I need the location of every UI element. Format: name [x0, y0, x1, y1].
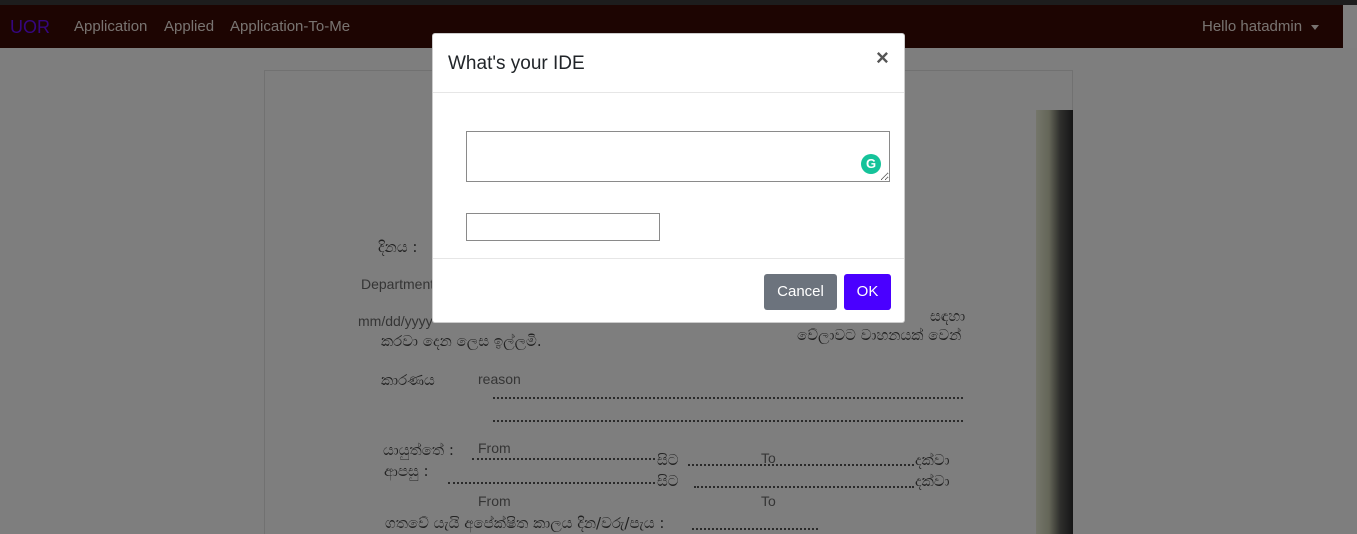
ide-input[interactable] — [466, 213, 660, 241]
cancel-button[interactable]: Cancel — [764, 274, 837, 310]
dialog-title: What's your IDE — [448, 53, 585, 74]
close-icon[interactable]: × — [876, 47, 889, 69]
dialog-body: G — [433, 93, 904, 258]
dialog-header: What's your IDE × — [433, 34, 904, 93]
grammarly-icon[interactable]: G — [861, 154, 881, 174]
ok-button[interactable]: OK — [844, 274, 891, 310]
ide-textarea[interactable] — [466, 131, 890, 182]
ide-dialog: What's your IDE × G Cancel OK — [432, 33, 905, 323]
dialog-footer: Cancel OK — [433, 258, 904, 323]
